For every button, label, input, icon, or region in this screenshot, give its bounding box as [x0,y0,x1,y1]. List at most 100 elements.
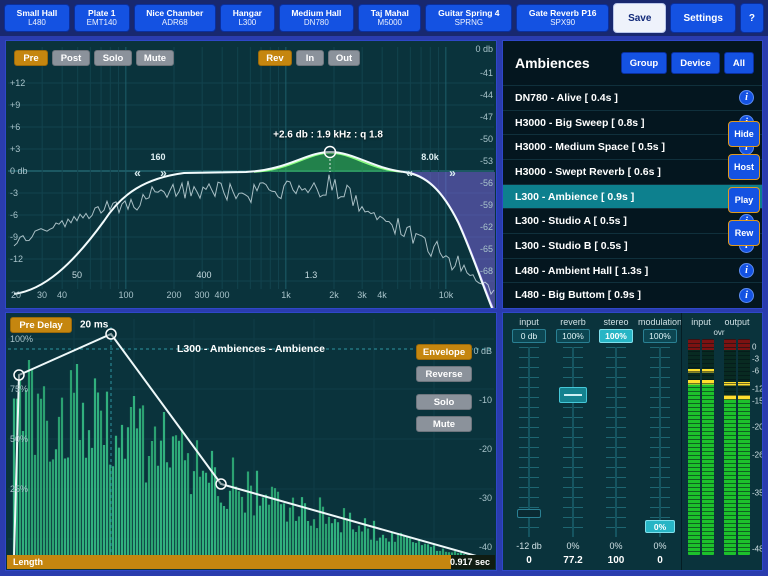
ovr-label: ovr [713,328,724,337]
preset-device: ADR68 [162,18,188,27]
ambience-item-1[interactable]: DN780 - Alive [ 0.4s ]i [503,85,762,110]
high-shelf-right-arrow-icon[interactable]: » [449,166,455,180]
envelope-button-solo[interactable]: Solo [416,394,472,410]
side-button-rew[interactable]: Rew [728,220,760,246]
preset-button-6[interactable]: Taj MahalM5000 [358,4,421,32]
eq-button-post[interactable]: Post [52,50,90,66]
eq-button-solo[interactable]: Solo [94,50,132,66]
help-button[interactable]: ? [740,3,764,33]
envelope-node-3[interactable] [216,479,226,489]
eq-button-rev[interactable]: Rev [258,50,292,66]
ambience-item-7[interactable]: L300 - Studio B [ 0.5s ]i [503,233,762,258]
preset-button-4[interactable]: HangarL300 [220,4,275,32]
env-db-label: -30 [479,493,492,503]
ambience-item-label: L300 - Studio A [ 0.5s ] [515,215,739,227]
ambience-item-label: L480 - Ambient Hall [ 1.3s ] [515,265,739,277]
eq-gain-label: -3 [10,188,18,198]
envelope-button-envelope[interactable]: Envelope [416,344,472,360]
input-slider-handle[interactable] [517,509,541,518]
predelay-button[interactable]: Pre Delay [10,317,72,333]
preset-button-2[interactable]: Plate 1EMT140 [74,4,130,32]
env-percent-label: 75% [10,384,28,394]
reverb-slider-label: reverb [560,317,586,327]
length-bar[interactable]: Length 0.917 sec [7,555,495,569]
ambience-item-2[interactable]: H3000 - Big Sweep [ 0.8s ]i [503,110,762,135]
save-button[interactable]: Save [613,3,666,33]
preset-device: SPX90 [550,18,575,27]
eq-band-marker: 400 [196,270,211,280]
info-icon[interactable]: i [739,90,754,105]
preset-button-1[interactable]: Small HallL480 [4,4,70,32]
ambience-item-5[interactable]: L300 - Ambience [ 0.9s ]i [503,184,762,209]
settings-button[interactable]: Settings [670,3,735,33]
meter-scale-label: -48 [752,545,763,554]
modulation-slider-handle[interactable]: 0% [645,520,675,533]
reverb-slider-track[interactable] [563,347,583,537]
preset-button-8[interactable]: Gate Reverb P16SPX90 [516,4,609,32]
info-icon[interactable]: i [739,288,754,303]
low-shelf-right-arrow-icon[interactable]: » [160,166,166,180]
modulation-slider-track[interactable] [650,347,670,537]
envelope-button-reverse[interactable]: Reverse [416,366,472,382]
eq-freq-label: 40 [57,290,67,300]
eq-button-in[interactable]: In [296,50,324,66]
eq-freq-label: 400 [214,290,229,300]
side-button-host[interactable]: Host [728,154,760,180]
eq-button-out[interactable]: Out [328,50,360,66]
input-value-box[interactable]: 0 db [512,329,546,343]
input-min-label: -12 db [516,541,542,551]
filter-button-group[interactable]: Group [621,52,668,74]
preset-device: L480 [28,18,46,27]
stereo-slider-track[interactable] [606,347,626,537]
browser-header: Ambiences GroupDeviceAll [503,41,762,85]
envelope-node-2[interactable] [106,329,116,339]
ambience-item-9[interactable]: L480 - Big Buttom [ 0.9s ]i [503,282,762,307]
eq-graph[interactable] [6,41,496,308]
envelope-node-1[interactable] [14,370,24,380]
eq-button-mute[interactable]: Mute [136,50,174,66]
reverb-slider-handle[interactable] [559,387,587,403]
eq-gain-label: +3 [10,144,20,154]
info-icon[interactable]: i [739,263,754,278]
ambience-item-8[interactable]: L480 - Ambient Hall [ 1.3s ]i [503,258,762,283]
ambience-item-label: L300 - Studio B [ 0.5s ] [515,240,739,252]
preset-name: Hangar [233,9,262,19]
ambience-item-6[interactable]: L300 - Studio A [ 0.5s ]i [503,208,762,233]
low-shelf-left-arrow-icon[interactable]: « [134,166,140,180]
preset-button-5[interactable]: Medium HallDN780 [279,4,354,32]
stereo-value-box[interactable]: 100% [599,329,633,343]
meter-section: inputoutputovr0-3-6-12-15-20-26-35-48 [681,313,762,570]
meter-scale-label: -6 [752,367,759,376]
filter-button-all[interactable]: All [724,52,754,74]
meter-scale-label: -26 [752,451,763,460]
filter-button-device[interactable]: Device [671,52,720,74]
eq-button-pre[interactable]: Pre [14,50,48,66]
ambience-item-4[interactable]: H3000 - Swept Reverb [ 0.6s ]i [503,159,762,184]
reverb-min-label: 0% [566,541,579,551]
predelay-value: 20 ms [80,320,108,331]
eq-peak-node[interactable] [325,147,336,158]
modulation-value-box[interactable]: 100% [643,329,677,343]
envelope-button-mute[interactable]: Mute [416,416,472,432]
preset-name: Gate Reverb P16 [529,9,597,19]
high-shelf-left-arrow-icon[interactable]: « [406,166,412,180]
preset-button-3[interactable]: Nice ChamberADR68 [134,4,217,32]
ambience-item-label: H3000 - Swept Reverb [ 0.6s ] [515,166,739,178]
eq-gain-label: +12 [10,78,25,88]
meter-scale-label: -15 [752,397,763,406]
side-button-play[interactable]: Play [728,187,760,213]
side-button-hide[interactable]: Hide [728,121,760,147]
eq-spectrum-label: -65 [480,244,493,254]
preset-name: Plate 1 [88,9,115,19]
meter-scale-label: 0 [752,343,756,352]
eq-gain-label: -9 [10,232,18,242]
reverb-value-box[interactable]: 100% [556,329,590,343]
length-bar-fill [7,555,451,569]
eq-spectrum-label: -44 [480,90,493,100]
preset-button-7[interactable]: Guitar Spring 4SPRNG [425,4,512,32]
env-db-label: -40 [479,542,492,552]
eq-freq-label: 20 [11,290,21,300]
ambience-item-3[interactable]: H3000 - Medium Space [ 0.5s ]i [503,134,762,159]
eq-freq-label: 100 [118,290,133,300]
length-label: Length [13,557,43,567]
